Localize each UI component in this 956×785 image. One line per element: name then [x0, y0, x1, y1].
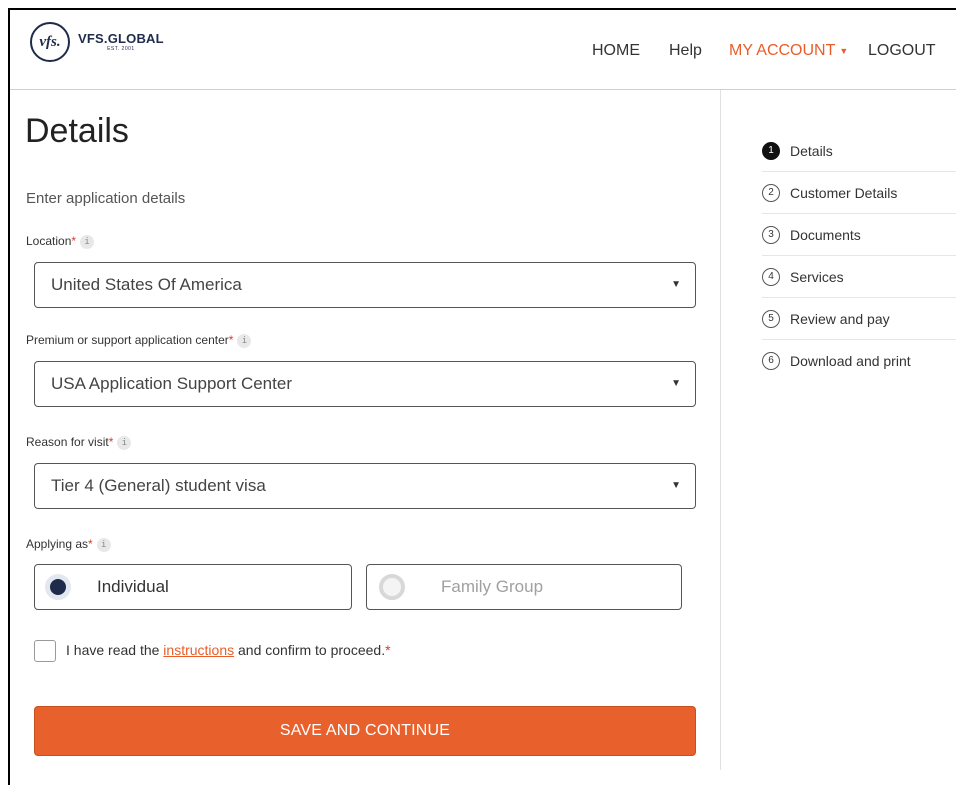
location-label-text: Location — [26, 234, 72, 248]
step-label: Services — [790, 268, 844, 285]
reason-select[interactable]: Tier 4 (General) student visa ▼ — [34, 463, 696, 509]
center-value: USA Application Support Center — [51, 374, 292, 393]
step-label: Details — [790, 142, 833, 159]
chevron-down-icon: ▼ — [671, 378, 681, 389]
confirm-prefix: I have read the — [66, 642, 160, 658]
step-number: 1 — [762, 141, 780, 160]
step-label: Customer Details — [790, 184, 898, 201]
nav-my-account[interactable]: MY ACCOUNT ▼ — [729, 42, 848, 60]
save-and-continue-button[interactable]: SAVE AND CONTINUE — [34, 706, 696, 756]
radio-selected-icon — [45, 574, 71, 600]
logo-est: EST. 2001 — [107, 46, 135, 52]
location-select[interactable]: United States Of America ▼ — [34, 262, 696, 308]
caret-down-icon: ▼ — [839, 45, 849, 56]
logo-mark: vfs. — [30, 22, 70, 62]
page-subtitle: Enter application details — [26, 190, 186, 207]
column-divider — [720, 90, 721, 770]
applying-as-label: Applying as* i — [26, 537, 111, 552]
step-number: 5 — [762, 309, 780, 328]
step-number: 3 — [762, 225, 780, 244]
location-label: Location* i — [26, 234, 95, 249]
center-label: Premium or support application center* i — [26, 333, 252, 348]
applying-as-label-text: Applying as — [26, 537, 89, 551]
radio-family-group[interactable]: Family Group — [366, 564, 682, 610]
step-label: Review and pay — [790, 310, 890, 327]
progress-steps: 1 Details 2 Customer Details 3 Documents… — [762, 130, 956, 381]
required-mark: * — [228, 333, 234, 347]
step-customer-details: 2 Customer Details — [762, 172, 956, 214]
step-download-and-print: 6 Download and print — [762, 340, 956, 381]
logo-name: VFS.GLOBAL — [78, 31, 164, 46]
step-label: Documents — [790, 226, 861, 243]
info-icon[interactable]: i — [237, 333, 252, 348]
nav-home[interactable]: HOME — [592, 42, 640, 60]
reason-label: Reason for visit* i — [26, 435, 132, 450]
confirm-checkbox[interactable] — [34, 640, 56, 662]
chevron-down-icon: ▼ — [671, 279, 681, 290]
radio-unselected-icon — [379, 574, 405, 600]
step-label: Download and print — [790, 352, 911, 369]
reason-value: Tier 4 (General) student visa — [51, 476, 266, 495]
details-form: Details Enter application details Locati… — [10, 90, 720, 785]
chevron-down-icon: ▼ — [671, 480, 681, 491]
step-documents: 3 Documents — [762, 214, 956, 256]
step-services: 4 Services — [762, 256, 956, 298]
logo-text: VFS.GLOBAL EST. 2001 — [78, 32, 164, 52]
instructions-link[interactable]: instructions — [163, 642, 234, 658]
step-number: 6 — [762, 351, 780, 370]
nav-my-account-label: MY ACCOUNT — [729, 42, 836, 59]
confirm-suffix: and confirm to proceed. — [238, 642, 386, 658]
reason-label-text: Reason for visit — [26, 435, 109, 449]
required-mark: * — [108, 435, 114, 449]
required-mark: * — [385, 642, 391, 658]
page-frame: vfs. VFS.GLOBAL EST. 2001 HOME Help MY A… — [8, 8, 956, 785]
nav-help[interactable]: Help — [669, 42, 702, 60]
radio-individual-label: Individual — [97, 577, 169, 596]
step-number: 2 — [762, 183, 780, 202]
step-details: 1 Details — [762, 130, 956, 172]
nav-logout[interactable]: LOGOUT — [868, 42, 936, 60]
radio-family-group-label: Family Group — [441, 577, 544, 596]
confirm-text: I have read the instructions and confirm… — [66, 642, 391, 658]
step-review-and-pay: 5 Review and pay — [762, 298, 956, 340]
info-icon[interactable]: i — [96, 537, 111, 552]
page-title: Details — [25, 112, 129, 150]
info-icon[interactable]: i — [80, 234, 95, 249]
info-icon[interactable]: i — [117, 435, 132, 450]
vfs-logo[interactable]: vfs. VFS.GLOBAL EST. 2001 — [30, 22, 164, 62]
step-number: 4 — [762, 267, 780, 286]
required-mark: * — [71, 234, 77, 248]
top-header: vfs. VFS.GLOBAL EST. 2001 HOME Help MY A… — [10, 10, 956, 90]
radio-individual[interactable]: Individual — [34, 564, 352, 610]
location-value: United States Of America — [51, 275, 242, 294]
center-label-text: Premium or support application center — [26, 333, 229, 347]
required-mark: * — [88, 537, 93, 551]
center-select[interactable]: USA Application Support Center ▼ — [34, 361, 696, 407]
